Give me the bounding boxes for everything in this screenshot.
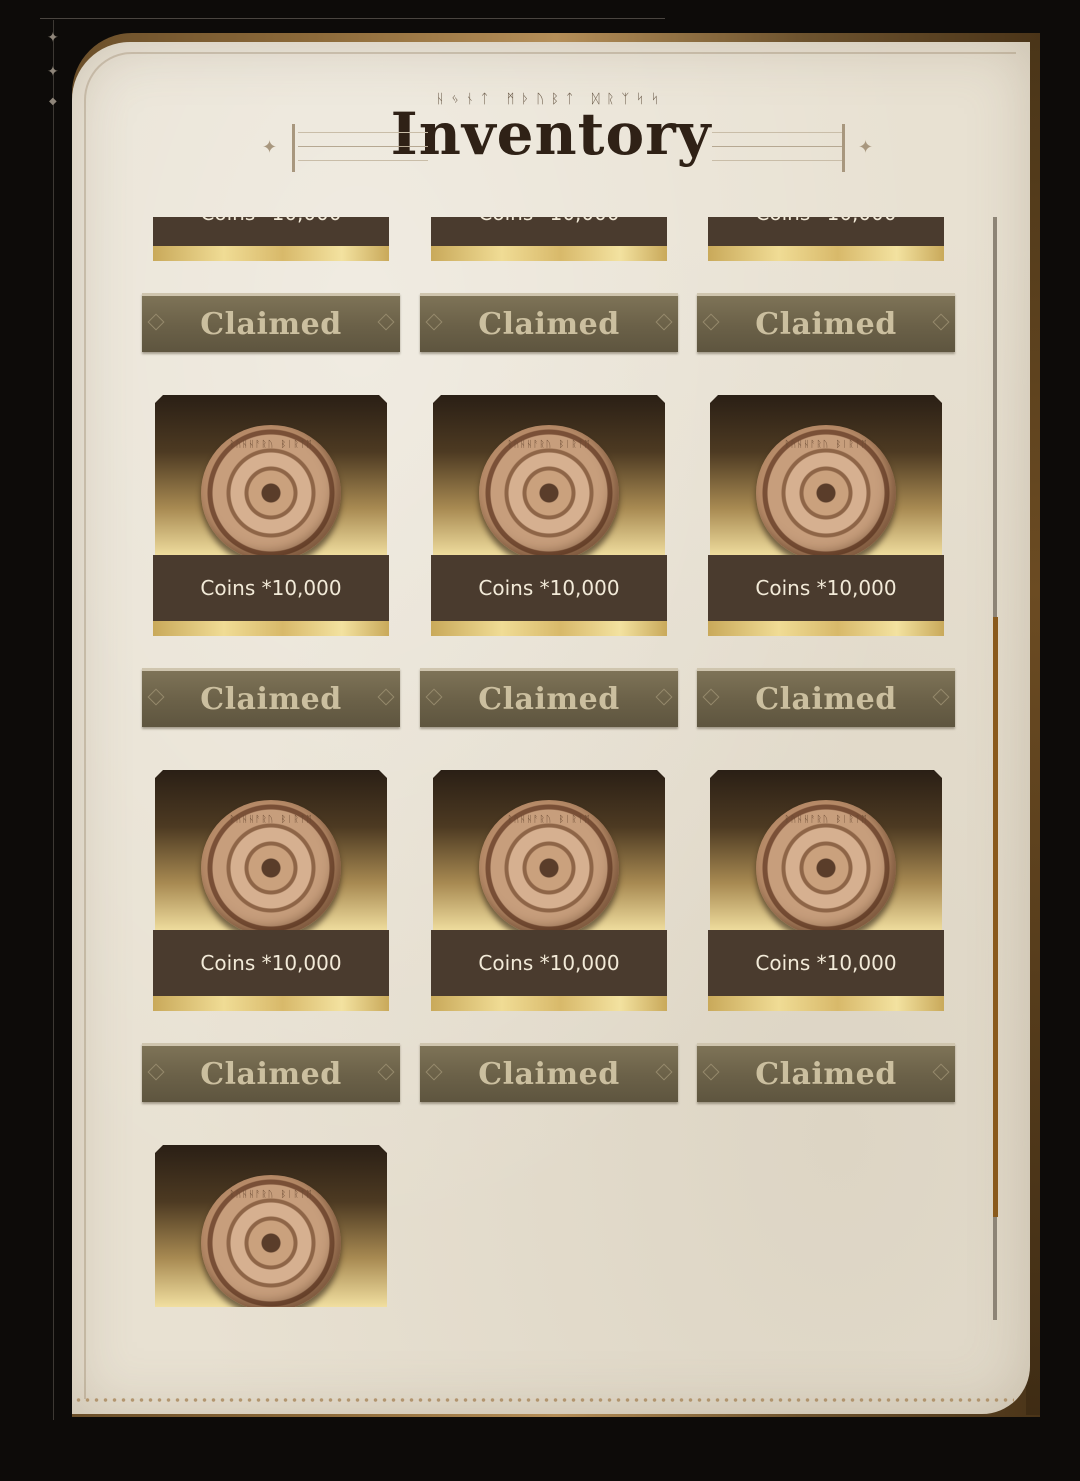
inventory-item: ᛒᚢᚺᚺᚨᚱᚢ ᛒᛁᚱᛏᛖ Coins *10,000 Claimed	[413, 770, 678, 1102]
reward-image: ᛒᚢᚺᚺᚨᚱᚢ ᛒᛁᚱᛏᛖ	[433, 770, 665, 932]
title-ornament-bar	[292, 124, 295, 172]
inventory-item: ᛒᚢᚺᚺᚨᚱᚢ ᛒᛁᚱᛏᛖ Coins *10,000 Claimed	[135, 217, 400, 352]
coin-icon: ᛒᚢᚺᚺᚨᚱᚢ ᛒᛁᚱᛏᛖ	[201, 800, 341, 932]
reward-label: Coins *10,000	[431, 555, 667, 621]
reward-card: ᛒᚢᚺᚺᚨᚱᚢ ᛒᛁᚱᛏᛖ Coins *10,000	[153, 395, 389, 637]
coin-icon: ᛒᚢᚺᚺᚨᚱᚢ ᛒᛁᚱᛏᛖ	[479, 800, 619, 932]
reward-label: Coins *10,000	[153, 217, 389, 246]
reward-card: ᛒᚢᚺᚺᚨᚱᚢ ᛒᛁᚱᛏᛖ Coins *10,000	[153, 217, 389, 262]
scrollbar-thumb[interactable]	[993, 617, 998, 1217]
card-gold-strip	[708, 996, 944, 1011]
reward-card: ᛒᚢᚺᚺᚨᚱᚢ ᛒᛁᚱᛏᛖ	[153, 1145, 389, 1320]
reward-card: ᛒᚢᚺᚺᚨᚱᚢ ᛒᛁᚱᛏᛖ Coins *10,000	[708, 770, 944, 1012]
inventory-item: ᛒᚢᚺᚺᚨᚱᚢ ᛒᛁᚱᛏᛖ Coins *10,000 Claimed	[413, 395, 678, 727]
frame-left-line	[53, 20, 54, 1420]
reward-label: Coins *10,000	[708, 930, 944, 996]
claimed-button[interactable]: Claimed	[697, 293, 955, 352]
card-gold-strip	[153, 246, 389, 261]
title-ornament-line	[298, 160, 428, 161]
inventory-list[interactable]: ᛒᚢᚺᚺᚨᚱᚢ ᛒᛁᚱᛏᛖ Coins *10,000 Claimed ᛒᚢᚺᚺ…	[135, 217, 965, 1320]
title-ornament-line	[712, 160, 842, 161]
reward-image: ᛒᚢᚺᚺᚨᚱᚢ ᛒᛁᚱᛏᛖ	[433, 395, 665, 557]
title-ornament-line	[712, 132, 842, 133]
coin-icon: ᛒᚢᚺᚺᚨᚱᚢ ᛒᛁᚱᛏᛖ	[201, 1175, 341, 1307]
page-title: Inventory	[390, 100, 712, 168]
inventory-item: ᛒᚢᚺᚺᚨᚱᚢ ᛒᛁᚱᛏᛖ Coins *10,000 Claimed	[135, 395, 400, 727]
card-gold-strip	[708, 246, 944, 261]
bottom-dot-border	[74, 1396, 1014, 1404]
title-ornament-line	[298, 146, 428, 147]
title-ornament-bar	[842, 124, 845, 172]
reward-label: Coins *10,000	[431, 217, 667, 246]
reward-card: ᛒᚢᚺᚺᚨᚱᚢ ᛒᛁᚱᛏᛖ Coins *10,000	[431, 770, 667, 1012]
title-ornament-line	[298, 132, 428, 133]
card-gold-strip	[431, 246, 667, 261]
reward-card: ᛒᚢᚺᚺᚨᚱᚢ ᛒᛁᚱᛏᛖ Coins *10,000	[153, 770, 389, 1012]
inventory-item: ᛒᚢᚺᚺᚨᚱᚢ ᛒᛁᚱᛏᛖ Coins *10,000 Claimed	[690, 217, 955, 352]
reward-card: ᛒᚢᚺᚺᚨᚱᚢ ᛒᛁᚱᛏᛖ Coins *10,000	[708, 395, 944, 637]
inventory-item: ᛒᚢᚺᚺᚨᚱᚢ ᛒᛁᚱᛏᛖ Coins *10,000 Claimed	[413, 217, 678, 352]
coin-icon: ᛒᚢᚺᚺᚨᚱᚢ ᛒᛁᚱᛏᛖ	[201, 425, 341, 557]
reward-image: ᛒᚢᚺᚺᚨᚱᚢ ᛒᛁᚱᛏᛖ	[155, 770, 387, 932]
card-gold-strip	[708, 621, 944, 636]
card-gold-strip	[153, 996, 389, 1011]
claimed-button[interactable]: Claimed	[142, 668, 400, 727]
coin-icon: ᛒᚢᚺᚺᚨᚱᚢ ᛒᛁᚱᛏᛖ	[479, 425, 619, 557]
reward-label: Coins *10,000	[153, 930, 389, 996]
coin-icon: ᛒᚢᚺᚺᚨᚱᚢ ᛒᛁᚱᛏᛖ	[756, 425, 896, 557]
inventory-item: ᛒᚢᚺᚺᚨᚱᚢ ᛒᛁᚱᛏᛖ Coins *10,000 Claimed	[690, 395, 955, 727]
reward-label: Coins *10,000	[708, 217, 944, 246]
reward-image: ᛒᚢᚺᚺᚨᚱᚢ ᛒᛁᚱᛏᛖ	[155, 395, 387, 557]
claimed-button[interactable]: Claimed	[420, 293, 678, 352]
coin-icon: ᛒᚢᚺᚺᚨᚱᚢ ᛒᛁᚱᛏᛖ	[756, 800, 896, 932]
title-ornament-line	[712, 146, 842, 147]
reward-label: Coins *10,000	[708, 555, 944, 621]
claimed-button[interactable]: Claimed	[420, 668, 678, 727]
reward-card: ᛒᚢᚺᚺᚨᚱᚢ ᛒᛁᚱᛏᛖ Coins *10,000	[431, 217, 667, 262]
inventory-item: ᛒᚢᚺᚺᚨᚱᚢ ᛒᛁᚱᛏᛖ Coins *10,000 Claimed	[135, 770, 400, 1102]
reward-label: Coins *10,000	[431, 930, 667, 996]
card-gold-strip	[431, 621, 667, 636]
inventory-item: ᛒᚢᚺᚺᚨᚱᚢ ᛒᛁᚱᛏᛖ Coins *10,000 Claimed	[690, 770, 955, 1102]
star-ornament-icon: ✦	[47, 64, 59, 80]
claimed-button[interactable]: Claimed	[142, 293, 400, 352]
reward-image: ᛒᚢᚺᚺᚨᚱᚢ ᛒᛁᚱᛏᛖ	[710, 770, 942, 932]
reward-card: ᛒᚢᚺᚺᚨᚱᚢ ᛒᛁᚱᛏᛖ Coins *10,000	[431, 395, 667, 637]
claimed-button[interactable]: Claimed	[697, 1043, 955, 1102]
card-gold-strip	[431, 996, 667, 1011]
reward-label: Coins *10,000	[153, 555, 389, 621]
star-ornament-icon: ✦	[858, 137, 874, 158]
reward-image: ᛒᚢᚺᚺᚨᚱᚢ ᛒᛁᚱᛏᛖ	[155, 1145, 387, 1307]
claimed-button[interactable]: Claimed	[420, 1043, 678, 1102]
reward-card: ᛒᚢᚺᚺᚨᚱᚢ ᛒᛁᚱᛏᛖ Coins *10,000	[708, 217, 944, 262]
claimed-button[interactable]: Claimed	[697, 668, 955, 727]
card-gold-strip	[153, 621, 389, 636]
frame-top-line	[40, 18, 665, 19]
star-ornament-icon: ✦	[262, 137, 278, 158]
reward-image: ᛒᚢᚺᚺᚨᚱᚢ ᛒᛁᚱᛏᛖ	[710, 395, 942, 557]
star-ornament-icon: ✦	[47, 30, 59, 46]
inventory-item: ᛒᚢᚺᚺᚨᚱᚢ ᛒᛁᚱᛏᛖ	[135, 1145, 393, 1320]
diamond-ornament-icon: ◆	[49, 96, 57, 107]
claimed-button[interactable]: Claimed	[142, 1043, 400, 1102]
